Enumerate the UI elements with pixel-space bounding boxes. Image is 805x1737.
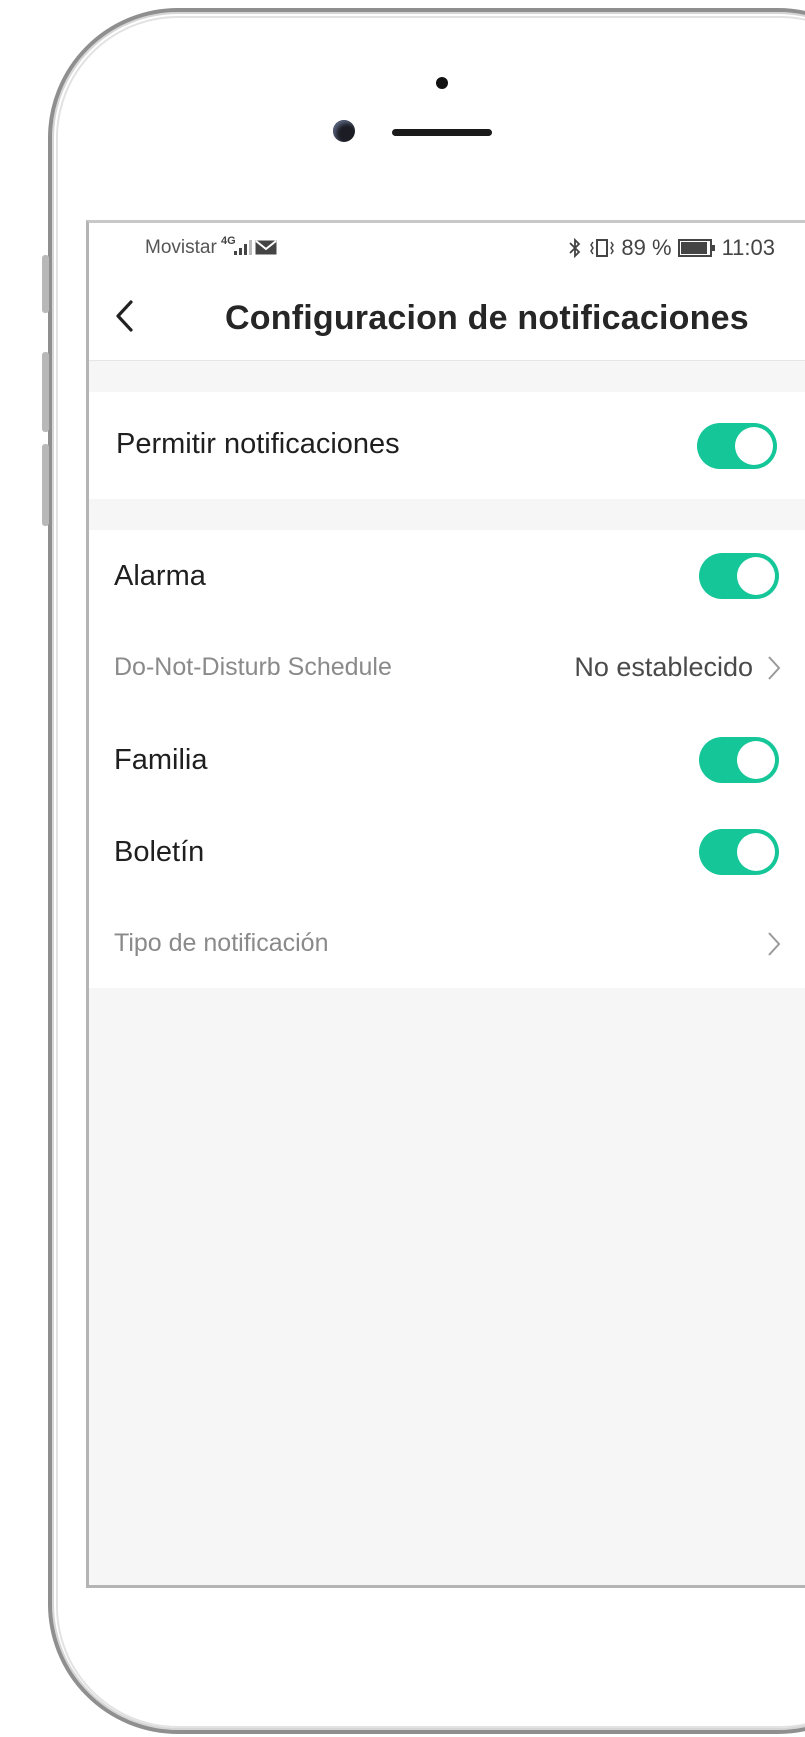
status-bar: Movistar 4G 89 % 11:03 <box>89 223 805 275</box>
app-header: Configuracion de notificaciones <box>89 275 805 361</box>
family-toggle[interactable] <box>699 737 779 783</box>
vibrate-icon <box>590 239 615 257</box>
allow-notifications-toggle[interactable] <box>697 423 777 469</box>
alarm-toggle[interactable] <box>699 553 779 599</box>
app-screen: Movistar 4G 89 % 11:03 Configuracion de … <box>86 220 805 1588</box>
carrier-name: Movistar <box>145 237 217 258</box>
dnd-schedule-row[interactable]: Do-Not-Disturb Schedule No establecido <box>89 622 805 714</box>
bulletin-toggle[interactable] <box>699 829 779 875</box>
battery-icon <box>677 239 715 257</box>
earpiece-speaker <box>392 129 492 136</box>
front-camera <box>333 120 355 142</box>
alarm-row: Alarma <box>89 530 805 622</box>
device-frame: Movistar 4G 89 % 11:03 Configuracion de … <box>0 0 805 1737</box>
notification-type-label: Tipo de notificación <box>114 929 329 957</box>
mail-icon <box>255 240 277 255</box>
toggle-knob <box>735 427 773 465</box>
page-title: Configuracion de notificaciones <box>225 299 749 337</box>
bulletin-row: Boletín <box>89 806 805 898</box>
notification-settings-card: Alarma Do-Not-Disturb Schedule No establ… <box>89 530 805 988</box>
bluetooth-icon <box>569 238 581 258</box>
status-right-group: 89 % 11:03 <box>567 235 775 261</box>
family-label: Familia <box>114 744 208 776</box>
clock: 11:03 <box>721 235 775 260</box>
volume-down-button <box>42 444 49 526</box>
volume-up-button <box>42 352 49 432</box>
allow-notifications-card: Permitir notificaciones <box>89 392 805 499</box>
toggle-knob <box>737 741 775 779</box>
alarm-label: Alarma <box>114 560 206 592</box>
toggle-knob <box>737 557 775 595</box>
dnd-schedule-label: Do-Not-Disturb Schedule <box>114 653 392 681</box>
dnd-schedule-value: No establecido <box>574 652 753 682</box>
proximity-sensor <box>436 77 448 89</box>
family-row: Familia <box>89 714 805 806</box>
toggle-knob <box>737 833 775 871</box>
chevron-right-icon <box>768 932 781 956</box>
notification-type-row[interactable]: Tipo de notificación <box>89 898 805 990</box>
allow-notifications-label: Permitir notificaciones <box>116 428 400 460</box>
side-button-top <box>42 255 49 313</box>
allow-notifications-row: Permitir notificaciones <box>89 400 805 492</box>
bulletin-label: Boletín <box>114 836 205 868</box>
battery-percent: 89 % <box>621 235 672 260</box>
chevron-right-icon <box>768 656 781 680</box>
